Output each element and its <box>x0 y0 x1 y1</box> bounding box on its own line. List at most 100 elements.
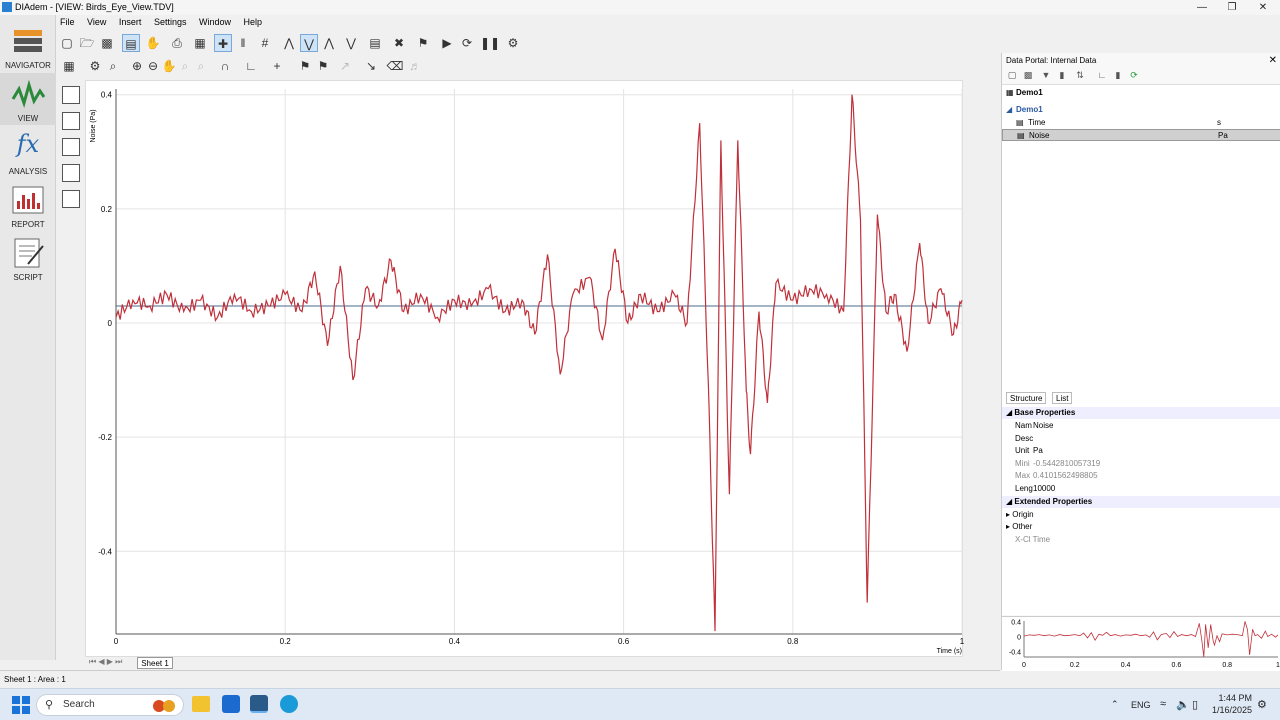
layout-mode-icon[interactable]: ▤ <box>122 34 140 52</box>
ext-origin[interactable]: ▸ Origin <box>1002 509 1280 521</box>
portal-bar-icon[interactable]: ▮ <box>1056 70 1068 82</box>
nav-navigator[interactable]: NAVIGATOR <box>0 20 56 72</box>
ext-origin-label: Origin <box>1012 510 1034 519</box>
menu-settings[interactable]: Settings <box>150 15 191 29</box>
nav-report[interactable]: REPORT <box>0 179 56 231</box>
file-explorer-icon[interactable] <box>192 696 210 712</box>
player-settings-icon[interactable]: ⚙ <box>504 34 522 52</box>
peak-cursor-icon[interactable]: ⋀ <box>280 34 298 52</box>
crosshair-icon[interactable]: ✚ <box>214 34 232 52</box>
tree-channel-time[interactable]: ▤ Time s <box>1002 117 1280 129</box>
cursor-add-icon[interactable]: + <box>268 57 286 75</box>
menu-view[interactable]: View <box>83 15 110 29</box>
nav-analysis[interactable]: fx ANALYSIS <box>0 126 56 178</box>
chart-area[interactable]: 0 0.2 0.4 0.6 0.8 1 0.4 0.2 0 -0.2 -0.4 Noise (Pa)… <box>85 80 990 658</box>
sound-icon[interactable]: ♬ <box>406 57 424 75</box>
nav-script[interactable]: SCRIPT <box>0 232 56 284</box>
taskbar-search[interactable]: ⚲ Search <box>36 694 184 716</box>
nav-view[interactable]: VIEW <box>0 73 56 125</box>
tab-structure[interactable]: Structure <box>1006 392 1047 404</box>
battery-icon[interactable]: ▯ <box>1192 698 1198 711</box>
layout-split-icon[interactable] <box>62 112 80 130</box>
marker-icon[interactable]: ⚑ <box>296 57 314 75</box>
menu-file[interactable]: File <box>56 15 79 29</box>
portal-close-icon[interactable]: ✕ <box>1269 55 1277 66</box>
sheet-nav-arrows-icon[interactable]: ⏮ ◀ ▶ ⏭ <box>89 657 122 667</box>
language-indicator[interactable]: ENG <box>1131 700 1151 710</box>
clock-date[interactable]: 1/16/2025 <box>1208 705 1252 715</box>
min-cursor-icon[interactable]: ⋁ <box>300 34 318 52</box>
property-row[interactable]: Mini -0.5442810057319 <box>1002 458 1280 470</box>
flag-icon[interactable]: ⚑ <box>414 34 432 52</box>
axis-icon[interactable]: ∟ <box>242 57 260 75</box>
expand-icon[interactable]: ◢ <box>1006 104 1012 116</box>
close-button[interactable]: ✕ <box>1248 0 1278 15</box>
zoom-reset-icon[interactable]: ⌕ <box>192 57 210 75</box>
property-row[interactable]: Unit Pa <box>1002 445 1280 457</box>
table-icon[interactable]: ▦ <box>60 57 78 75</box>
delete-cursor-icon[interactable]: ✖ <box>390 34 408 52</box>
diadem-taskbar-icon[interactable] <box>250 695 268 713</box>
erase-icon[interactable]: ⌫ <box>386 57 404 75</box>
preview-chart[interactable]: 0.40-0.40 0.2 0.4 0.6 0.8 1 <box>1002 617 1280 672</box>
edge-icon[interactable] <box>280 695 298 713</box>
zoom-menu-icon[interactable]: ⌕ <box>104 57 122 75</box>
save-icon[interactable]: ▩ <box>98 34 116 52</box>
pause-icon[interactable]: ❚❚ <box>480 34 500 52</box>
portal-chart-icon[interactable]: ▮ <box>1112 70 1124 82</box>
clock-time[interactable]: 1:44 PM <box>1212 693 1252 703</box>
hand-icon[interactable]: ✋ <box>144 34 162 52</box>
play-icon[interactable]: ▶ <box>438 34 456 52</box>
portal-save-icon[interactable]: ▩ <box>1022 70 1034 82</box>
menu-window[interactable]: Window <box>195 15 235 29</box>
menu-help[interactable]: Help <box>240 15 267 29</box>
notification-icon[interactable]: ⚙ <box>1257 698 1267 711</box>
grid-icon[interactable]: # <box>256 34 274 52</box>
portal-axis-icon[interactable]: ∟ <box>1096 70 1108 82</box>
new-file-icon[interactable]: ▢ <box>58 34 76 52</box>
marker-flag-icon[interactable]: ⚑ <box>314 57 332 75</box>
maximize-button[interactable]: ❐ <box>1217 0 1247 15</box>
property-row[interactable]: Leng 10000 <box>1002 483 1280 495</box>
print-icon[interactable]: ⎙ <box>168 34 186 52</box>
menu-insert[interactable]: Insert <box>115 15 146 29</box>
minimize-button[interactable]: — <box>1187 0 1217 15</box>
curve-icon[interactable]: ∩ <box>216 57 234 75</box>
wifi-icon[interactable]: ≈ <box>1160 698 1166 710</box>
layout-formula-icon[interactable] <box>62 190 80 208</box>
trend-cursor-icon[interactable]: ⋁ <box>342 34 360 52</box>
loop-icon[interactable]: ⟳ <box>458 34 476 52</box>
sort-icon[interactable]: ⇅ <box>1074 70 1086 82</box>
portal-new-icon[interactable]: ▢ <box>1006 70 1018 82</box>
tree-channel-noise[interactable]: ▤ Noise Pa <box>1002 129 1280 141</box>
layout-quad-icon[interactable] <box>62 86 80 104</box>
fit-icon[interactable]: ↗ <box>336 57 354 75</box>
base-properties-title: Base Properties <box>1014 408 1076 417</box>
property-row[interactable]: Nam Noise <box>1002 420 1280 432</box>
base-properties-header[interactable]: ◢ Base Properties <box>1002 407 1280 419</box>
gear-icon[interactable]: ⚙ <box>86 57 104 75</box>
windows-start-icon[interactable] <box>12 696 30 714</box>
property-row[interactable]: Desc <box>1002 433 1280 445</box>
tab-list[interactable]: List <box>1052 392 1073 404</box>
double-cursor-icon[interactable]: ‖ <box>234 34 252 52</box>
ext-other[interactable]: ▸ Other <box>1002 521 1280 533</box>
open-folder-icon[interactable]: 🗁 <box>78 34 96 52</box>
tray-chevron-icon[interactable]: ⌃ <box>1111 699 1119 710</box>
calculator-icon[interactable]: ▦ <box>191 34 209 52</box>
max-cursor-icon[interactable]: ⋀ <box>320 34 338 52</box>
property-row[interactable]: Max 0.4101562498805 <box>1002 470 1280 482</box>
tree-root[interactable]: ▦ Demo1 <box>1002 87 1280 99</box>
layout-rows-icon[interactable] <box>62 138 80 156</box>
layout-list-icon[interactable] <box>62 164 80 182</box>
outlook-icon[interactable] <box>222 695 240 713</box>
volume-icon[interactable]: 🔈 <box>1176 698 1190 711</box>
line-tool-icon[interactable]: ↘ <box>362 57 380 75</box>
extended-properties-header[interactable]: ◢ Extended Properties <box>1002 496 1280 508</box>
refresh-icon[interactable]: ⟳ <box>1128 70 1140 82</box>
noise-chart[interactable]: 0 0.2 0.4 0.6 0.8 1 0.4 0.2 0 -0.2 -0.4 Noise (Pa)… <box>86 81 990 658</box>
tree-group[interactable]: ◢ Demo1 <box>1002 104 1280 116</box>
sheet-tab[interactable]: Sheet 1 <box>137 657 173 669</box>
band-icon[interactable]: ▤ <box>366 34 384 52</box>
filter-icon[interactable]: ▼ <box>1040 70 1052 82</box>
